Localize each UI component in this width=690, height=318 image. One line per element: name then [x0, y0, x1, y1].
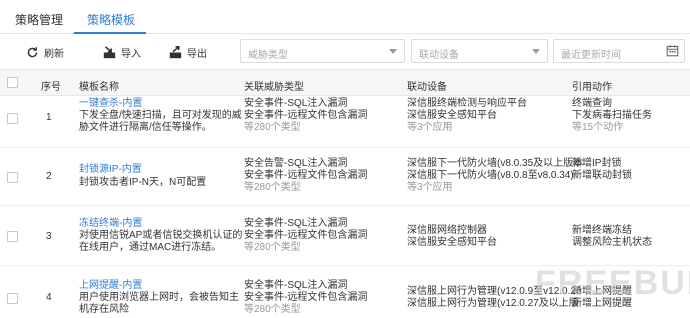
select-all-checkbox[interactable]: [7, 77, 18, 88]
header-threat-type: 关联威胁类型: [244, 82, 304, 93]
refresh-icon: [25, 45, 39, 59]
table-header: 序号 模板名称 关联威胁类型 联动设备 引用动作: [0, 69, 690, 96]
linked-device: 深信服上网行为管理(v12.0.27及以上版: [407, 298, 579, 309]
linked-device: 深信服上网行为管理(v12.0.9至v12.0.26: [407, 286, 582, 297]
threat-type-more[interactable]: 等280个类型: [244, 122, 301, 134]
import-label: 导入: [121, 48, 141, 60]
action: 新增上网提醒: [572, 286, 632, 297]
row-seq: 2: [46, 171, 52, 182]
action: 新增终端冻结: [572, 225, 632, 236]
linked-device: 深信服安全感知平台: [407, 237, 497, 248]
export-button[interactable]: 导出: [168, 44, 207, 60]
row-checkbox[interactable]: [7, 231, 18, 242]
row-seq: 1: [46, 112, 52, 123]
action: 新增IP封锁: [572, 158, 622, 169]
header-seq: 序号: [41, 82, 61, 93]
template-desc: 用户使用浏览器上网时，会被告知主: [79, 292, 239, 303]
threat-type-more[interactable]: 等280个类型: [244, 182, 301, 194]
table-row[interactable]: 2 封锁源IP-内置 封锁攻击者IP-N天，N可配置 安全告警-SQL注入漏洞 …: [0, 148, 690, 206]
template-name-link[interactable]: 一键查杀-内置: [79, 98, 142, 110]
tab-strategy-management[interactable]: 策略管理: [15, 11, 63, 28]
threat-type: 安全告警-SQL注入漏洞: [244, 158, 348, 169]
export-icon: [168, 45, 182, 59]
refresh-label: 刷新: [44, 48, 64, 60]
template-desc: 胁文件进行隔离/信任等操作。: [79, 122, 212, 133]
refresh-button[interactable]: 刷新: [25, 44, 64, 60]
header-action: 引用动作: [572, 82, 612, 93]
action: 终端查询: [572, 98, 612, 109]
row-seq: 3: [46, 231, 52, 242]
header-template-name: 模板名称: [79, 82, 119, 93]
linked-device-more[interactable]: 等3个应用: [407, 182, 453, 194]
template-desc: 对使用信锐AP或者信锐交换机认证的: [79, 230, 243, 241]
linked-device: 深信服网络控制器: [407, 225, 487, 236]
row-seq: 4: [46, 292, 52, 303]
template-name-link[interactable]: 封锁源IP-内置: [79, 164, 142, 176]
table-row[interactable]: 3 冻结终端-内置 对使用信锐AP或者信锐交换机认证的 在线用户，通过MAC进行…: [0, 206, 690, 266]
row-checkbox[interactable]: [7, 172, 18, 183]
header-linked-device: 联动设备: [407, 82, 447, 93]
template-desc: 在线用户，通过MAC进行冻结。: [79, 242, 222, 253]
threat-type: 安全事件-SQL注入漏洞: [244, 218, 348, 229]
threat-type: 安全事件-SQL注入漏洞: [244, 98, 348, 109]
linked-device-select[interactable]: 联动设备: [411, 39, 548, 63]
threat-type-more[interactable]: 等280个类型: [244, 242, 301, 254]
threat-type: 安全事件-远程文件包含漏洞: [244, 292, 368, 303]
action: 新增联动封锁: [572, 170, 632, 181]
linked-device: 深信服下一代防火墙(v8.0.8至v8.0.34): [407, 170, 574, 181]
linked-device-placeholder: 联动设备: [419, 50, 459, 61]
table-row[interactable]: 4 上网提醒-内置 用户使用浏览器上网时，会被告知主 机存在风险 安全事件-SQ…: [0, 266, 690, 318]
linked-device: 深信服终端检测与响应平台: [407, 98, 527, 109]
threat-type-select[interactable]: 威胁类型: [240, 39, 405, 63]
linked-device: 深信服安全感知平台: [407, 110, 497, 121]
threat-type: 安全事件-远程文件包含漏洞: [244, 170, 368, 181]
chevron-down-icon: [389, 49, 397, 54]
action: 下发病毒扫描任务: [572, 110, 652, 121]
tab-bar: 策略管理 策略模板: [0, 0, 690, 34]
row-checkbox[interactable]: [7, 113, 18, 124]
update-time-picker[interactable]: 最近更新时间: [553, 39, 685, 63]
active-tab-indicator: [74, 32, 146, 34]
action: 调整风险主机状态: [572, 237, 652, 248]
linked-device-more[interactable]: 等3个应用: [407, 122, 453, 134]
template-desc: 封锁攻击者IP-N天，N可配置: [79, 177, 207, 188]
template-desc: 机存在风险: [79, 304, 129, 315]
export-label: 导出: [187, 48, 207, 60]
action: 新增上网提醒: [572, 298, 632, 309]
template-desc: 下发全盘/快速扫描，且可对发现的威: [79, 110, 242, 121]
threat-type-placeholder: 威胁类型: [248, 50, 288, 61]
table-row[interactable]: 1 一键查杀-内置 下发全盘/快速扫描，且可对发现的威 胁文件进行隔离/信任等操…: [0, 96, 690, 148]
action-more[interactable]: 等15个动作: [572, 122, 623, 134]
tab-strategy-template[interactable]: 策略模板: [87, 11, 135, 28]
import-button[interactable]: 导入: [102, 44, 141, 60]
chevron-down-icon: [532, 49, 540, 54]
template-name-link[interactable]: 上网提醒-内置: [79, 280, 142, 292]
linked-device: 深信服下一代防火墙(v8.0.35及以上版本: [407, 158, 584, 169]
import-icon: [102, 45, 116, 59]
template-name-link[interactable]: 冻结终端-内置: [79, 218, 142, 230]
threat-type: 安全事件-远程文件包含漏洞: [244, 110, 368, 121]
threat-type: 安全事件-远程文件包含漏洞: [244, 230, 368, 241]
threat-type: 安全事件-SQL注入漏洞: [244, 280, 348, 291]
threat-type-more[interactable]: 等280个类型: [244, 304, 301, 316]
row-checkbox[interactable]: [7, 293, 18, 304]
update-time-placeholder: 最近更新时间: [561, 50, 621, 61]
calendar-icon: [666, 44, 679, 60]
